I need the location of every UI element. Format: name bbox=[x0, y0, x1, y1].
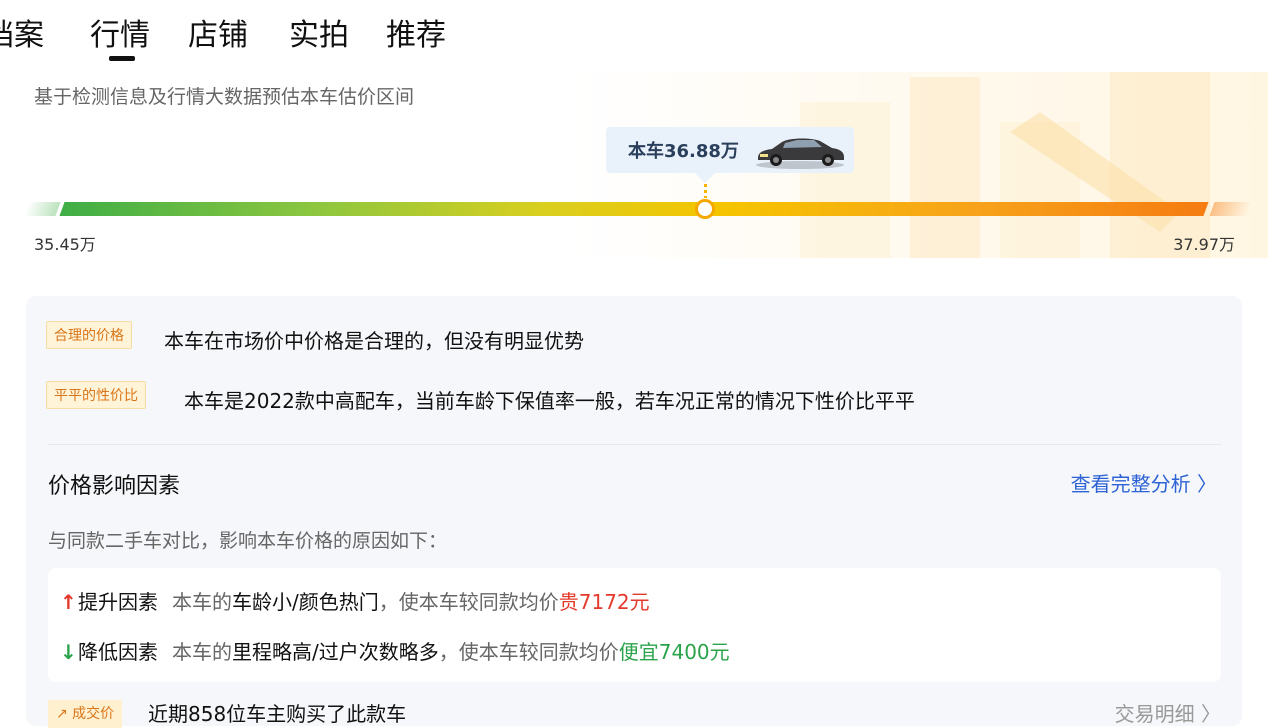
view-full-analysis-link[interactable]: 查看完整分析 〉 bbox=[1071, 468, 1217, 497]
factor-down-reason: 里程略高/过户次数略多 bbox=[232, 640, 439, 664]
range-max-label: 37.97万 bbox=[1173, 235, 1235, 254]
range-subtitle: 基于检测信息及行情大数据预估本车估价区间 bbox=[34, 86, 415, 108]
range-bar-left-tail bbox=[23, 202, 61, 216]
factor-up-label: 提升因素 bbox=[78, 590, 158, 614]
factor-down-effect: 便宜7400元 bbox=[618, 640, 730, 664]
factor-up-row: ↑提升因素 本车的车龄小/颜色热门，使本车较同款均价贵7172元 bbox=[60, 586, 650, 615]
price-marker-line bbox=[704, 184, 707, 198]
arrow-down-icon: ↓ bbox=[60, 640, 77, 664]
factor-up-middle: ，使本车较同款均价 bbox=[378, 590, 559, 614]
factor-down-prefix: 本车的 bbox=[172, 640, 232, 664]
reasonable-price-text: 本车在市场价中价格是合理的，但没有明显优势 bbox=[164, 329, 584, 353]
section-divider bbox=[48, 444, 1221, 445]
transaction-row[interactable]: ↗ 成交价 近期858位车主购买了此款车 交易明细 〉 bbox=[48, 696, 1221, 728]
range-bar-gradient bbox=[59, 202, 1209, 216]
value-rating-text: 本车是2022款中高配车，当前车龄下保值率一般，若车况正常的情况下性价比平平 bbox=[184, 389, 915, 413]
tab-market[interactable]: 行情 bbox=[90, 14, 150, 58]
factor-down-row: ↓降低因素 本车的里程略高/过户次数略多，使本车较同款均价便宜7400元 bbox=[60, 636, 730, 665]
price-range-bar bbox=[23, 202, 1253, 216]
tab-recommend[interactable]: 推荐 bbox=[386, 14, 446, 58]
price-analysis-card: 合理的价格 本车在市场价中价格是合理的，但没有明显优势 平平的性价比 本车是20… bbox=[26, 296, 1242, 728]
factor-up-effect: 贵7172元 bbox=[558, 590, 650, 614]
transaction-price-tag: ↗ 成交价 bbox=[48, 700, 123, 728]
range-min-label: 35.45万 bbox=[34, 235, 96, 254]
factors-description: 与同款二手车对比，影响本车价格的原因如下： bbox=[48, 530, 448, 552]
factor-down-label: 降低因素 bbox=[78, 640, 158, 664]
factors-title: 价格影响因素 bbox=[48, 474, 181, 499]
price-range-section: 基于检测信息及行情大数据预估本车估价区间 本车36.88万 35.45万 37.… bbox=[0, 72, 1268, 258]
tab-store[interactable]: 店铺 bbox=[188, 14, 248, 58]
factor-up-prefix: 本车的 bbox=[172, 590, 232, 614]
car-thumbnail-icon bbox=[756, 138, 844, 169]
current-price-bubble: 本车36.88万 bbox=[606, 127, 854, 183]
arrow-up-icon: ↑ bbox=[60, 590, 77, 614]
tab-photos[interactable]: 实拍 bbox=[289, 14, 349, 58]
factors-list: ↑提升因素 本车的车龄小/颜色热门，使本车较同款均价贵7172元 ↓降低因素 本车的… bbox=[48, 568, 1221, 682]
active-tab-indicator bbox=[109, 56, 135, 61]
current-price: 本车36.88万 bbox=[628, 141, 739, 162]
tag-value-rating: 平平的性价比 bbox=[46, 381, 146, 409]
price-marker-dot bbox=[695, 199, 715, 219]
factor-up-reason: 车龄小/颜色热门 bbox=[232, 590, 379, 614]
factor-down-middle: ，使本车较同款均价 bbox=[438, 640, 619, 664]
range-bar-right-tail bbox=[1209, 202, 1253, 216]
tab-archive[interactable]: 档案 bbox=[0, 14, 44, 58]
tag-reasonable-price: 合理的价格 bbox=[46, 321, 132, 349]
